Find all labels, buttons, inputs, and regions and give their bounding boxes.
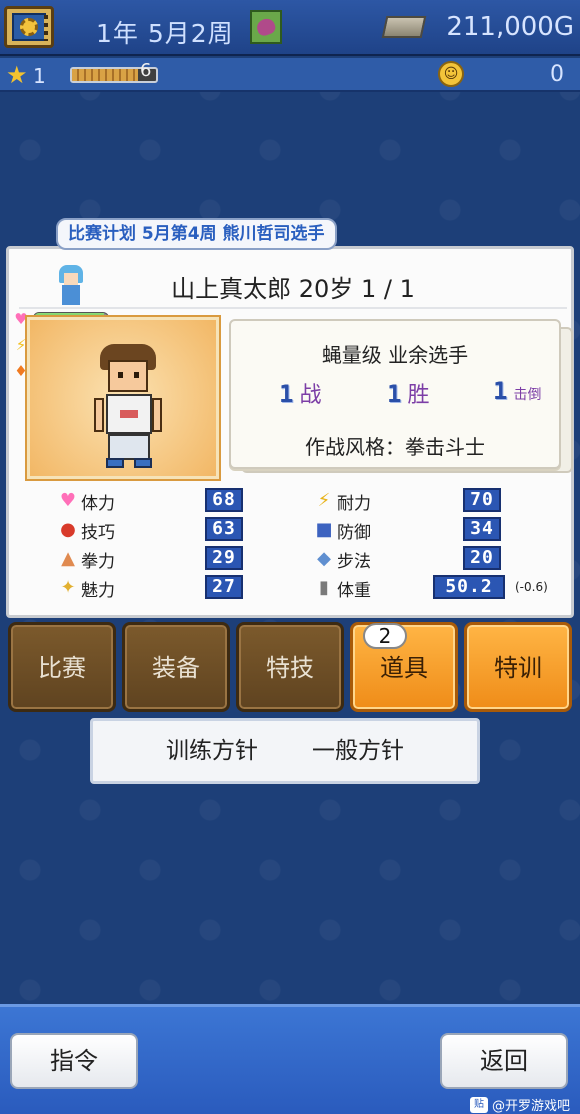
muscle-icon: ▲ xyxy=(61,548,75,569)
training-policy-value: 一般方针 xyxy=(312,738,404,764)
attribute-row: ♥ 体力 68 ⚡ 耐力 70 xyxy=(57,487,557,516)
attribute-row: ▲ 拳力 29 ◆ 步法 20 xyxy=(57,545,557,574)
fan-count: 0 xyxy=(550,62,564,87)
fighting-style: 作战风格：拳击斗士 xyxy=(305,435,485,459)
wins-record: 1 胜 xyxy=(387,377,429,409)
player-name: 山上真太郎 20岁 1 / 1 xyxy=(171,275,415,303)
attr-label: 技巧 xyxy=(81,522,115,543)
smile-icon: ☺ xyxy=(438,61,464,87)
weight-icon: ▮ xyxy=(319,577,329,598)
attr-value: 70 xyxy=(463,488,501,512)
attr-label: 防御 xyxy=(337,522,371,543)
tab-items[interactable]: 道具 2 xyxy=(350,622,458,712)
wins-label: 胜 xyxy=(407,383,430,408)
bouts-label: 战 xyxy=(299,383,322,408)
attr-footwork: ◆ 步法 xyxy=(313,545,371,573)
menu-button[interactable] xyxy=(4,6,54,48)
boxer-sprite xyxy=(94,344,164,474)
watermark: 贴 @开罗游戏吧 xyxy=(469,1095,570,1114)
training-policy-button[interactable]: 训练方针 一般方针 xyxy=(90,718,480,784)
ko-count: 1 xyxy=(493,377,508,405)
player-portrait xyxy=(25,315,221,481)
attr-value: 50.2 xyxy=(433,575,505,599)
bouts-count: 1 xyxy=(279,380,294,408)
back-button[interactable]: 返回 xyxy=(440,1033,568,1089)
attr-value: 34 xyxy=(463,517,501,541)
bouts-record: 1 战 xyxy=(279,377,321,409)
wins-count: 1 xyxy=(387,380,402,408)
attr-stamina: ♥ 体力 xyxy=(57,487,115,515)
attr-value: 20 xyxy=(463,546,501,570)
top-bar: 1年 5月2周 211,000G xyxy=(0,0,580,56)
glove-icon: ● xyxy=(60,519,76,540)
tab-equipment[interactable]: 装备 xyxy=(122,622,230,712)
tab-items-label: 道具 xyxy=(380,654,428,682)
tieba-icon: 贴 xyxy=(469,1096,488,1113)
heart-icon: ♥ xyxy=(59,490,77,511)
attr-label: 体重 xyxy=(337,580,371,601)
menu-tabs: 比赛 装备 特技 道具 2 特训 xyxy=(8,622,574,714)
attr-weight: ▮ 体重 xyxy=(313,574,371,602)
tab-skills[interactable]: 特技 xyxy=(236,622,344,712)
shoe-icon: ◆ xyxy=(317,548,331,569)
menu-lines-icon xyxy=(44,15,48,41)
attribute-row: ● 技巧 63 ■ 防御 34 xyxy=(57,516,557,545)
attr-technique: ● 技巧 xyxy=(57,516,115,544)
attr-label: 拳力 xyxy=(81,551,115,572)
player-panel: 山上真太郎 20岁 1 / 1 ♥ ⚡ ♦ 蝇量级 业余选手 1 战 1 胜 1… xyxy=(6,246,574,618)
attr-value: 68 xyxy=(205,488,243,512)
attr-label: 耐力 xyxy=(337,493,371,514)
bottom-bar: 指令 返回 贴 @开罗游戏吧 xyxy=(0,1004,580,1114)
watermark-text: @开罗游戏吧 xyxy=(491,1099,570,1114)
star-icon: ★ xyxy=(6,61,28,89)
exp-value: 6 xyxy=(140,60,152,81)
weight-class-rank: 蝇量级 业余选手 xyxy=(321,343,469,367)
attr-value: 27 xyxy=(205,575,243,599)
attr-label: 魅力 xyxy=(81,580,115,601)
game-date: 1年 5月2周 xyxy=(96,19,234,48)
attribute-row: ✦ 魅力 27 ▮ 体重 50.2 (-0.6) xyxy=(57,574,557,603)
gear-icon xyxy=(12,13,46,41)
attr-endurance: ⚡ 耐力 xyxy=(313,487,371,515)
training-policy-label: 训练方针 xyxy=(166,738,258,764)
star-count: 1 xyxy=(33,64,46,88)
sparkle-icon: ✦ xyxy=(60,577,76,598)
money-amount: 211,000G xyxy=(446,12,574,42)
attr-label: 体力 xyxy=(81,493,115,514)
attr-value: 63 xyxy=(205,517,243,541)
item-count-badge: 2 xyxy=(363,623,407,649)
attr-charm: ✦ 魅力 xyxy=(57,574,115,602)
weight-delta: (-0.6) xyxy=(515,580,548,594)
ko-label: 击倒 xyxy=(513,387,542,403)
exp-bar-fill xyxy=(72,69,138,81)
command-button[interactable]: 指令 xyxy=(10,1033,138,1089)
attr-power: ▲ 拳力 xyxy=(57,545,115,573)
tab-special-training[interactable]: 特训 xyxy=(464,622,572,712)
attribute-table: ♥ 体力 68 ⚡ 耐力 70 ● 技巧 63 ■ 防御 34 ▲ 拳力 29 … xyxy=(57,487,557,603)
shield-icon: ■ xyxy=(315,519,333,540)
player-name-row: 山上真太郎 20岁 1 / 1 xyxy=(19,259,567,309)
money-icon xyxy=(381,16,427,38)
tab-match[interactable]: 比赛 xyxy=(8,622,116,712)
record-card: 蝇量级 业余选手 1 战 1 胜 1 击倒 作战风格：拳击斗士 xyxy=(229,319,561,469)
gem-icon[interactable] xyxy=(250,10,282,44)
attr-defense: ■ 防御 xyxy=(313,516,371,544)
status-bar: ★ 1 6 ☺ 0 xyxy=(0,58,580,92)
attr-label: 步法 xyxy=(337,551,371,572)
lightning-icon: ⚡ xyxy=(317,490,331,511)
match-plan-banner[interactable]: 比赛计划 5月第4周 熊川哲司选手 xyxy=(56,218,337,250)
ko-record: 1 击倒 xyxy=(493,377,541,405)
attr-value: 29 xyxy=(205,546,243,570)
